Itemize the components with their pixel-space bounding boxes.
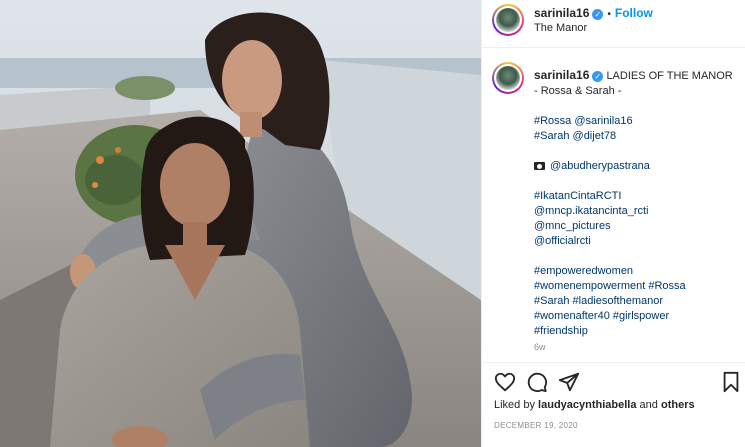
post-age[interactable]: 6w [534, 342, 546, 352]
post-photo[interactable] [0, 0, 481, 447]
liked-by-prefix: Liked by [494, 399, 535, 411]
post-header: sarinila16 ✓ • Follow The Manor [482, 0, 745, 48]
liked-by-others[interactable]: others [661, 399, 695, 411]
heart-icon[interactable] [494, 371, 516, 393]
post-location[interactable]: The Manor [534, 22, 587, 34]
caption-line[interactable]: #Rossa @sarinila16 [534, 114, 744, 129]
liked-by-user[interactable]: laudyacynthiabella [538, 399, 636, 411]
author-avatar[interactable] [492, 4, 524, 36]
caption-line[interactable]: @mncp.ikatancinta_rcti [534, 204, 744, 219]
action-bar: Liked by laudyacynthiabella and others D… [482, 362, 745, 447]
caption-line[interactable]: #womenafter40 #girlspower [534, 309, 744, 324]
caption-line[interactable]: #friendship [534, 324, 744, 339]
caption-line[interactable]: @mnc_pictures [534, 219, 744, 234]
caption-line[interactable]: #empoweredwomen [534, 264, 744, 279]
comment-icon[interactable] [526, 371, 548, 393]
bookmark-icon[interactable] [720, 371, 742, 393]
likes-summary: Liked by laudyacynthiabella and others [494, 399, 695, 411]
caption-line[interactable]: @abudherypastrana [550, 160, 650, 172]
verified-badge-icon: ✓ [592, 71, 604, 82]
post-date[interactable]: DECEMBER 19, 2020 [494, 421, 578, 430]
post-sidebar: sarinila16 ✓ • Follow The Manor sarinila16 ✓… [481, 0, 745, 447]
caption-line[interactable]: #IkatanCintaRCTI [534, 189, 744, 204]
caption-avatar[interactable] [492, 62, 524, 94]
caption-username[interactable]: sarinila16 [534, 68, 589, 82]
separator-dot: • [607, 9, 611, 20]
post-image [0, 0, 481, 447]
caption-text: sarinila16 ✓ LADIES OF THE MANOR - Rossa … [534, 68, 744, 339]
verified-badge-icon: ✓ [592, 9, 604, 20]
caption-line[interactable]: #Sarah #ladiesofthemanor [534, 294, 744, 309]
liked-by-and: and [639, 399, 658, 411]
author-username[interactable]: sarinila16 [534, 6, 589, 20]
caption-line[interactable]: @officialrcti [534, 234, 744, 249]
camera-icon [534, 162, 545, 170]
caption-subtitle: - Rossa & Sarah - [534, 85, 622, 97]
header-user-line: sarinila16 ✓ • Follow [534, 6, 653, 20]
follow-button[interactable]: Follow [615, 6, 653, 20]
caption-line[interactable]: #womenempowerment #Rossa [534, 279, 744, 294]
share-icon[interactable] [558, 371, 580, 393]
caption-title: LADIES OF THE MANOR [606, 70, 733, 82]
caption-line[interactable]: #Sarah @dijet78 [534, 129, 744, 144]
